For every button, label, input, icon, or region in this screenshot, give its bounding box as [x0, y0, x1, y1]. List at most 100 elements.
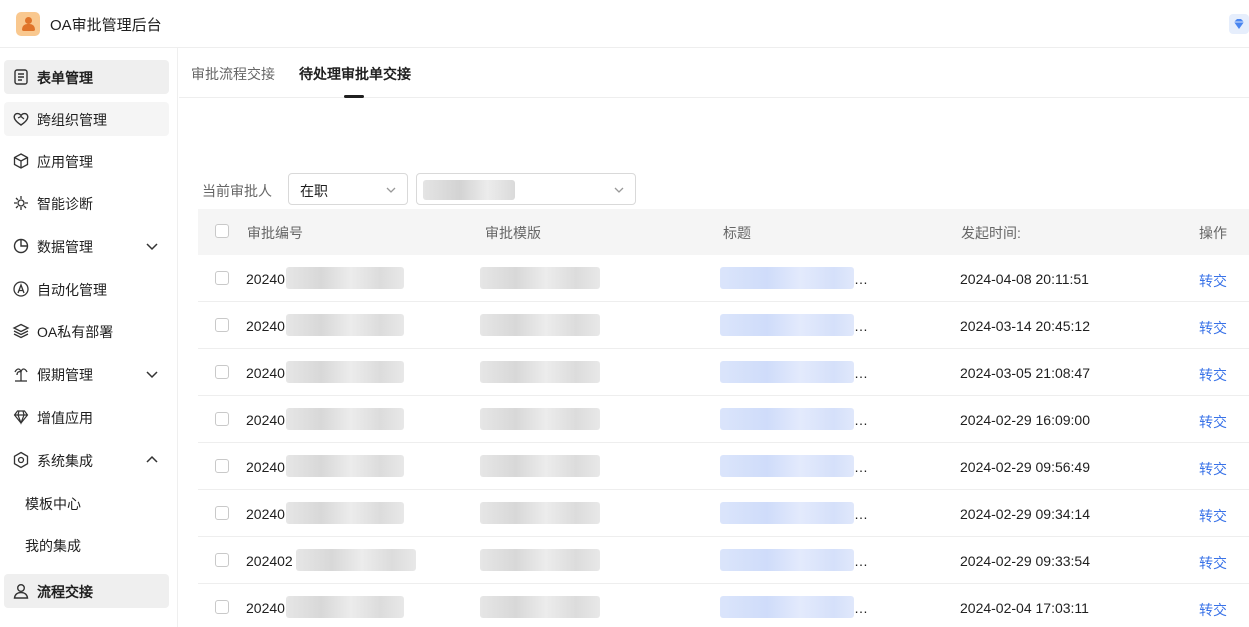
sidebar-item-diagnosis[interactable]: 智能诊断	[4, 186, 169, 220]
redacted-id	[296, 549, 416, 571]
table-row: 20240 … 2024-02-29 09:34:14 转交	[198, 490, 1249, 537]
approval-id: 20240	[246, 365, 285, 381]
approval-id: 202402	[246, 553, 293, 569]
start-time: 2024-02-04 17:03:11	[960, 600, 1089, 616]
approval-id: 20240	[246, 271, 285, 287]
sidebar-subitem-template-center[interactable]: 模板中心	[4, 486, 169, 520]
sidebar-item-label: 应用管理	[37, 154, 93, 170]
redacted-template	[480, 361, 600, 383]
sidebar-item-label: 跨组织管理	[37, 112, 107, 128]
top-bar: OA审批管理后台	[0, 0, 1249, 48]
row-checkbox[interactable]	[215, 459, 229, 473]
hexagon-settings-icon	[13, 451, 29, 469]
sidebar-item-value-added[interactable]: 增值应用	[4, 400, 169, 434]
sidebar-item-private-deploy[interactable]: OA私有部署	[4, 314, 169, 348]
diagnosis-icon	[14, 196, 28, 210]
sidebar-item-form-management[interactable]: 表单管理	[4, 60, 169, 94]
transfer-button[interactable]: 转交	[1199, 318, 1227, 338]
row-checkbox[interactable]	[215, 600, 229, 614]
active-tab-indicator	[344, 95, 364, 98]
user-icon	[13, 584, 29, 599]
redacted-title[interactable]	[720, 267, 854, 289]
start-time: 2024-02-29 09:33:54	[960, 553, 1090, 569]
transfer-button[interactable]: 转交	[1199, 553, 1227, 573]
table-row: 20240 … 2024-03-14 20:45:12 转交	[198, 302, 1249, 349]
employment-status-select[interactable]: 在职	[288, 173, 408, 205]
start-time: 2024-02-29 09:34:14	[960, 506, 1090, 522]
sidebar-subitem-my-integrations[interactable]: 我的集成	[4, 528, 169, 562]
approval-id: 20240	[246, 600, 285, 616]
table-row: 20240 … 2024-04-08 20:11:51 转交	[198, 255, 1249, 302]
redacted-id	[286, 502, 404, 524]
start-time: 2024-02-29 09:56:49	[960, 459, 1090, 475]
redacted-id	[286, 408, 404, 430]
redacted-title[interactable]	[720, 408, 854, 430]
transfer-button[interactable]: 转交	[1199, 459, 1227, 479]
redacted-title[interactable]	[720, 455, 854, 477]
redacted-title[interactable]	[720, 502, 854, 524]
redacted-title[interactable]	[720, 361, 854, 383]
chevron-up-icon	[146, 455, 158, 463]
sidebar-item-label: 增值应用	[37, 410, 93, 426]
tab-approval-process-handover[interactable]: 审批流程交接	[191, 64, 275, 84]
column-header-id: 审批编号	[247, 225, 303, 241]
redacted-title[interactable]	[720, 314, 854, 336]
sidebar-item-process-handover[interactable]: 流程交接	[4, 574, 169, 608]
transfer-button[interactable]: 转交	[1199, 600, 1227, 620]
sidebar-item-automation[interactable]: 自动化管理	[4, 272, 169, 306]
approval-id: 20240	[246, 459, 285, 475]
sidebar-item-label: 自动化管理	[37, 282, 107, 298]
row-checkbox[interactable]	[215, 506, 229, 520]
select-all-checkbox[interactable]	[215, 224, 229, 238]
sidebar-item-leave-management[interactable]: 假期管理	[4, 357, 169, 391]
row-checkbox[interactable]	[215, 271, 229, 285]
row-checkbox[interactable]	[215, 553, 229, 567]
sidebar-item-label: 表单管理	[37, 70, 93, 86]
sidebar-subitem-label: 模板中心	[25, 496, 81, 512]
transfer-button[interactable]: 转交	[1199, 271, 1227, 291]
sidebar-item-label: 系统集成	[37, 453, 93, 469]
pie-chart-icon	[13, 238, 29, 254]
column-header-title: 标题	[723, 225, 751, 241]
redacted-template	[480, 267, 600, 289]
sidebar-item-label: OA私有部署	[37, 324, 114, 340]
app-logo-icon	[16, 12, 40, 36]
redacted-title[interactable]	[720, 596, 854, 618]
table-row: 20240 … 2024-03-05 21:08:47 转交	[198, 349, 1249, 396]
row-checkbox[interactable]	[215, 365, 229, 379]
sidebar-item-data-management[interactable]: 数据管理	[4, 229, 169, 263]
sidebar-item-system-integration[interactable]: 系统集成	[4, 443, 169, 477]
transfer-button[interactable]: 转交	[1199, 412, 1227, 432]
redacted-template	[480, 408, 600, 430]
sidebar-item-cross-org[interactable]: 跨组织管理	[4, 102, 169, 136]
layers-icon	[12, 323, 30, 339]
column-header-action: 操作	[1199, 225, 1227, 241]
approval-id: 20240	[246, 412, 285, 428]
diamond-icon	[13, 410, 29, 425]
column-header-template: 审批模版	[485, 225, 541, 241]
tab-pending-approval-handover[interactable]: 待处理审批单交接	[299, 64, 411, 84]
tab-bar: 审批流程交接 待处理审批单交接	[179, 48, 1249, 98]
transfer-button[interactable]: 转交	[1199, 365, 1227, 385]
redacted-id	[286, 455, 404, 477]
current-approver-label: 当前审批人	[202, 183, 272, 199]
automation-icon	[13, 281, 29, 297]
chevron-down-icon	[146, 243, 158, 251]
transfer-button[interactable]: 转交	[1199, 506, 1227, 526]
approval-id: 20240	[246, 506, 285, 522]
row-checkbox[interactable]	[215, 412, 229, 426]
row-checkbox[interactable]	[215, 318, 229, 332]
approval-id: 20240	[246, 318, 285, 334]
redacted-template	[480, 502, 600, 524]
employment-status-value: 在职	[300, 183, 328, 199]
redacted-approver-name	[423, 180, 515, 200]
sidebar-item-app-management[interactable]: 应用管理	[4, 144, 169, 178]
palm-tree-icon	[14, 368, 28, 382]
redacted-id	[286, 596, 404, 618]
diamond-icon[interactable]	[1229, 14, 1249, 34]
approver-person-select[interactable]	[416, 173, 636, 205]
redacted-id	[286, 267, 404, 289]
redacted-title[interactable]	[720, 549, 854, 571]
start-time: 2024-03-05 21:08:47	[960, 365, 1090, 381]
column-header-time: 发起时间:	[961, 225, 1021, 241]
